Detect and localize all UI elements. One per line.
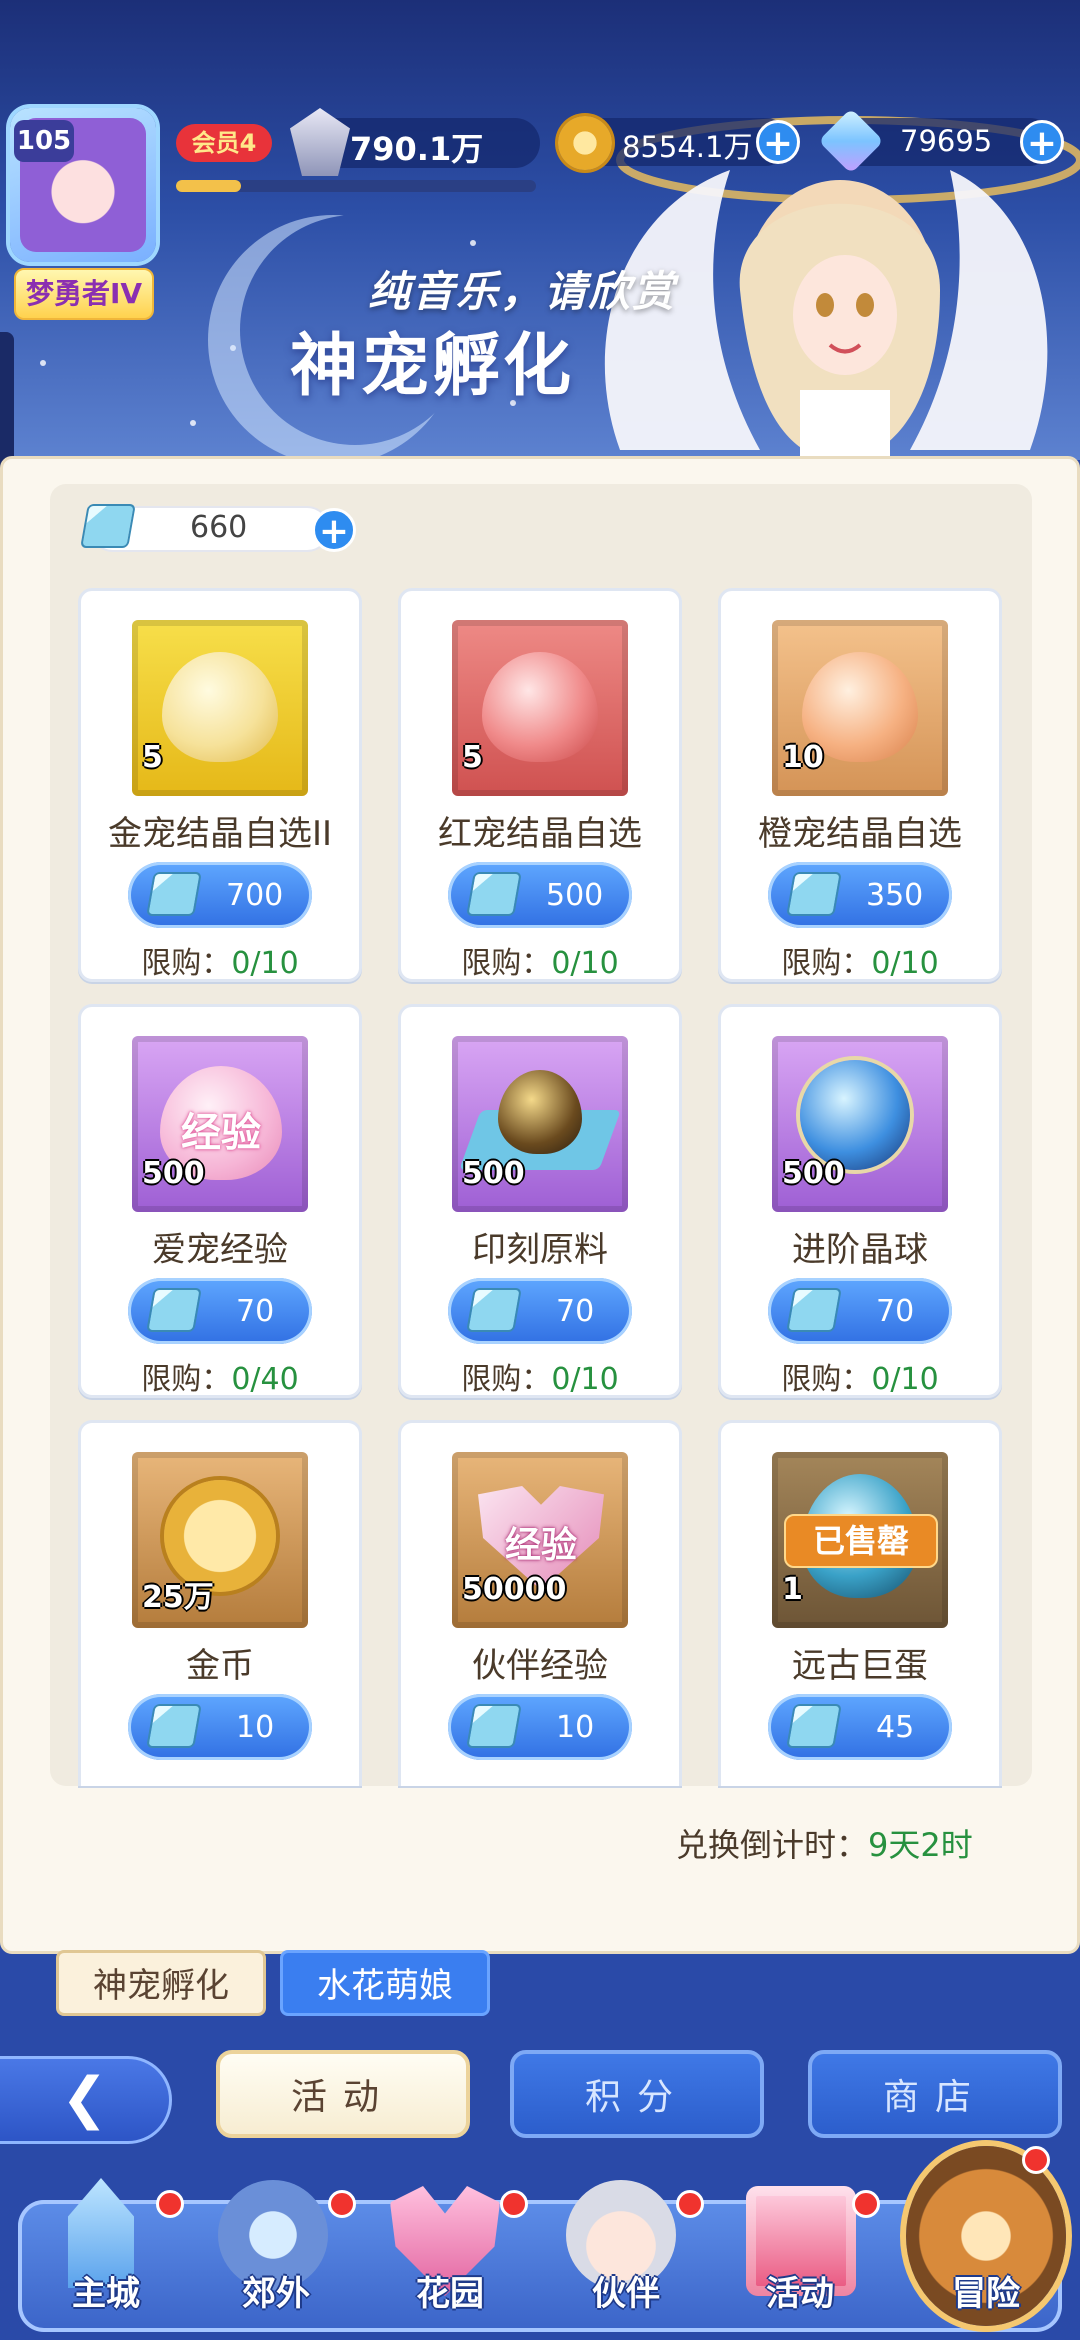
exp-label-icon-text: 经验 — [504, 1525, 577, 1566]
ticket-book-icon — [466, 1288, 522, 1332]
item-quantity: 25万 — [142, 1580, 214, 1615]
item-name: 金宠结晶自选II — [107, 814, 333, 854]
add-tickets-button[interactable]: + — [312, 508, 356, 552]
activity-button[interactable]: 活动 — [216, 2050, 470, 2138]
item-price: 10 — [236, 1710, 275, 1745]
limit-value: 0/10 — [551, 946, 619, 981]
nav-adventure[interactable]: 冒险 — [916, 2266, 1056, 2315]
event-banner: 纯音乐，请欣赏 神宠孵化 — [0, 0, 1080, 460]
ticket-book-icon — [786, 1288, 842, 1332]
store-button[interactable]: 商店 — [808, 2050, 1062, 2138]
item-price: 500 — [546, 878, 604, 913]
nav-activity[interactable]: 活动 — [730, 2266, 870, 2315]
item-quantity: 10 — [782, 740, 824, 775]
vip-badge[interactable]: 会员4 — [176, 124, 272, 162]
gem-balance: 79695 — [900, 124, 993, 158]
purchase-limit: 限购：0/40 — [78, 1354, 362, 1398]
points-button[interactable]: 积分 — [510, 2050, 764, 2138]
item-price: 70 — [876, 1294, 915, 1329]
item-price: 70 — [556, 1294, 595, 1329]
purchase-limit: 限购：0/10 — [78, 938, 362, 982]
add-gems-button[interactable]: + — [1020, 120, 1064, 164]
item-name: 印刻原料 — [472, 1230, 608, 1270]
ticket-book-icon — [80, 504, 136, 548]
exp-progress-fill — [176, 180, 241, 192]
item-price: 700 — [226, 878, 284, 913]
ticket-book-icon — [146, 1704, 202, 1748]
countdown-value: 9天2时 — [868, 1826, 973, 1864]
ticket-book-icon — [786, 1704, 842, 1748]
back-arrow-icon[interactable]: ❮ — [0, 2056, 172, 2144]
purchase-limit: 限购：0/10 — [718, 1354, 1002, 1398]
notification-dot — [1022, 2146, 1050, 2174]
item-name: 爱宠经验 — [152, 1230, 288, 1270]
item-quantity: 1 — [782, 1572, 803, 1607]
countdown-label: 兑换倒计时： — [676, 1826, 869, 1864]
item-name: 伙伴经验 — [472, 1646, 608, 1686]
limit-label: 限购： — [781, 946, 872, 981]
purchase-limit: 限购：0/10 — [398, 1354, 682, 1398]
limit-label: 限购： — [781, 1362, 872, 1397]
limit-label: 限购： — [141, 946, 232, 981]
notification-dot — [500, 2190, 528, 2218]
add-coins-button[interactable]: + — [756, 120, 800, 164]
ticket-book-icon — [146, 872, 202, 916]
limit-value: 0/40 — [231, 1362, 299, 1397]
item-price: 350 — [866, 878, 924, 913]
purchase-limit: 限购：0/10 — [398, 938, 682, 982]
item-name: 金币 — [186, 1646, 254, 1686]
combat-power-value: 790.1万 — [350, 130, 484, 168]
advancement-orb-icon — [800, 1060, 910, 1170]
item-price: 45 — [876, 1710, 915, 1745]
item-name: 红宠结晶自选 — [438, 814, 642, 854]
limit-value: 0/10 — [551, 1362, 619, 1397]
coin-icon — [558, 116, 612, 170]
item-quantity: 5 — [142, 740, 163, 775]
item-quantity: 500 — [462, 1156, 525, 1191]
item-quantity: 500 — [142, 1156, 205, 1191]
limit-value: 0/10 — [871, 946, 939, 981]
limit-value: 0/10 — [871, 1362, 939, 1397]
ticket-book-icon — [786, 872, 842, 916]
coin-balance: 8554.1万 — [622, 130, 753, 164]
item-quantity: 500 — [782, 1156, 845, 1191]
limit-label: 限购： — [141, 1362, 232, 1397]
notification-dot — [676, 2190, 704, 2218]
exchange-countdown: 兑换倒计时：9天2时 — [676, 1820, 973, 1866]
purchase-limit: 限购：0/10 — [718, 938, 1002, 982]
ticket-balance: 660 — [190, 510, 248, 545]
item-name: 远古巨蛋 — [792, 1646, 928, 1686]
notification-dot — [852, 2190, 880, 2218]
tab-water-splash[interactable]: 水花萌娘 — [280, 1950, 490, 2016]
ticket-book-icon — [466, 872, 522, 916]
nav-partner[interactable]: 伙伴 — [556, 2266, 696, 2315]
item-price: 70 — [236, 1294, 275, 1329]
player-title-badge: 梦勇者IV — [14, 268, 154, 320]
nav-main-city[interactable]: 主城 — [36, 2266, 176, 2315]
item-price: 10 — [556, 1710, 595, 1745]
notification-dot — [328, 2190, 356, 2218]
item-quantity: 50000 — [462, 1572, 567, 1607]
sold-out-badge: 已售罄 — [784, 1514, 938, 1568]
limit-label: 限购： — [461, 946, 552, 981]
item-name: 橙宠结晶自选 — [758, 814, 962, 854]
event-title: 神宠孵化 — [290, 327, 575, 406]
notification-dot — [156, 2190, 184, 2218]
limit-value: 0/10 — [231, 946, 299, 981]
exp-label-icon-text: 经验 — [181, 1110, 261, 1156]
ticket-book-icon — [466, 1704, 522, 1748]
item-name: 进阶晶球 — [792, 1230, 928, 1270]
limit-label: 限购： — [461, 1362, 552, 1397]
ticket-book-icon — [146, 1288, 202, 1332]
nav-garden[interactable]: 花园 — [380, 2266, 520, 2315]
player-level-badge: 105 — [14, 120, 74, 162]
tab-pet-hatching[interactable]: 神宠孵化 — [56, 1950, 266, 2016]
nav-outskirts[interactable]: 郊外 — [206, 2266, 346, 2315]
item-quantity: 5 — [462, 740, 483, 775]
